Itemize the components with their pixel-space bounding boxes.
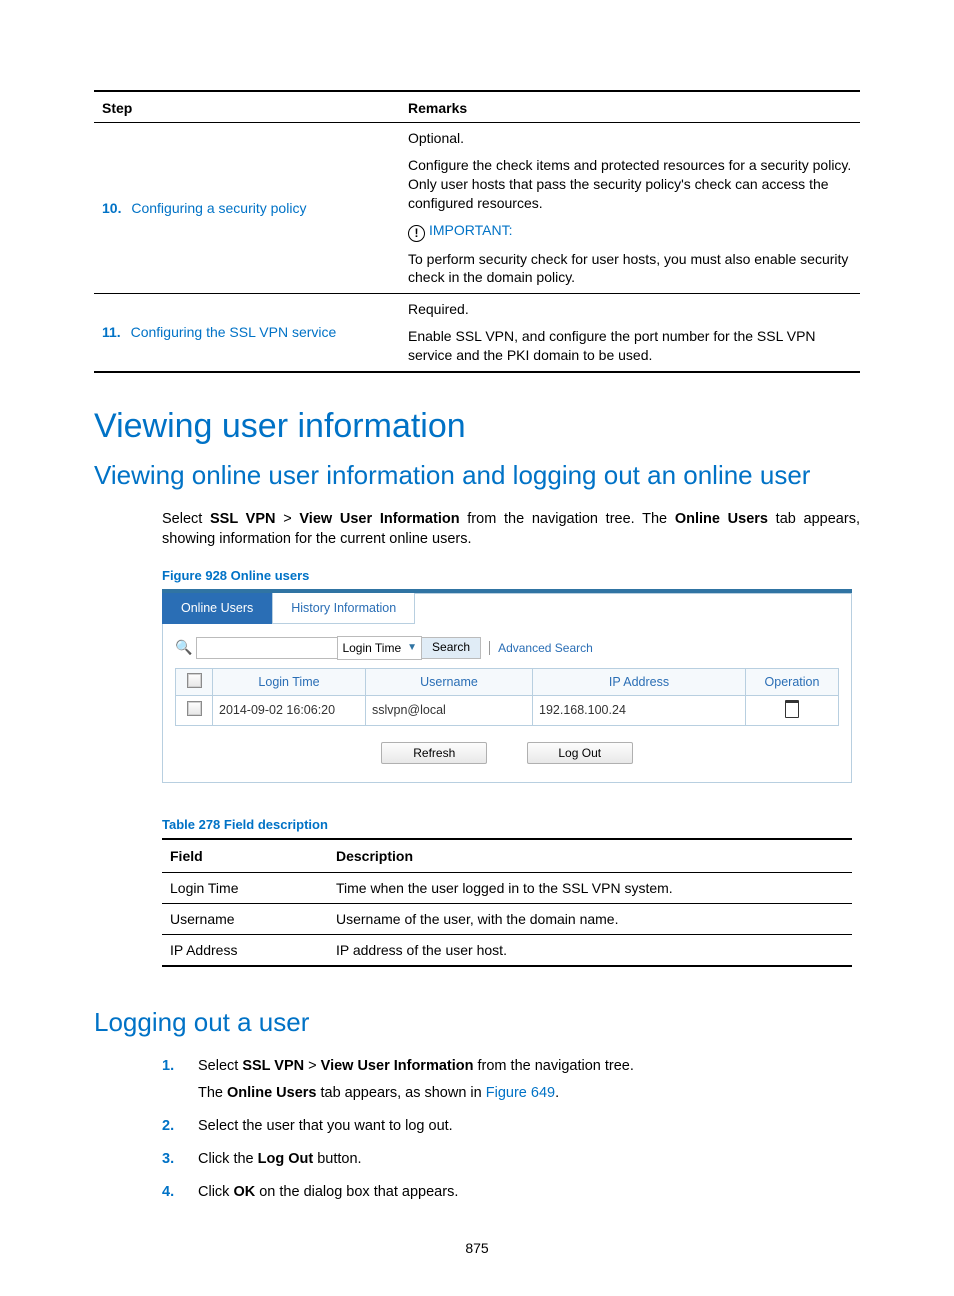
cell-ip: 192.168.100.24 [539, 703, 626, 717]
online-users-grid: Login Time Username IP Address Operation… [175, 668, 839, 726]
field-name: Username [162, 903, 328, 934]
tab-history-information[interactable]: History Information [272, 593, 415, 624]
cell-login-time: 2014-09-02 16:06:20 [219, 703, 335, 717]
table-row: 10. Configuring a security policy Option… [94, 123, 860, 294]
table-row: 11. Configuring the SSL VPN service Requ… [94, 294, 860, 372]
step-number: 10. [102, 200, 121, 216]
page-number: 875 [0, 1240, 954, 1256]
field-name: Login Time [162, 872, 328, 903]
online-users-panel: Online Users History Information 🔍 Login… [162, 589, 852, 783]
steps-header-remarks: Remarks [400, 91, 860, 123]
search-icon: 🔍 [175, 639, 192, 656]
steps-table: Step Remarks 10. Configuring a security … [94, 90, 860, 373]
important-icon: ! [408, 225, 425, 242]
col-operation: Operation [746, 668, 839, 695]
row-checkbox[interactable] [187, 701, 202, 716]
select-all-checkbox[interactable] [187, 673, 202, 688]
field-name: IP Address [162, 934, 328, 966]
intro-paragraph: Select SSL VPN > View User Information f… [162, 509, 860, 550]
remark-description: Configure the check items and protected … [408, 156, 852, 213]
list-item: Select SSL VPN > View User Information f… [198, 1056, 860, 1104]
figure-link[interactable]: Figure 649 [486, 1085, 555, 1101]
search-field-label: Login Time [342, 641, 401, 655]
step-link-security-policy[interactable]: Configuring a security policy [131, 200, 306, 216]
search-button[interactable]: Search [421, 637, 481, 659]
important-text: To perform security check for user hosts… [408, 250, 852, 288]
table-row: Username Username of the user, with the … [162, 903, 852, 934]
col-username: Username [366, 668, 533, 695]
field-header-desc: Description [328, 839, 852, 873]
logout-steps-list: Select SSL VPN > View User Information f… [162, 1056, 860, 1203]
list-item: Select the user that you want to log out… [198, 1116, 860, 1137]
table-row: IP Address IP address of the user host. [162, 934, 852, 966]
list-item: Click OK on the dialog box that appears. [198, 1182, 860, 1203]
search-input[interactable] [196, 637, 337, 659]
tab-bar: Online Users History Information [162, 593, 852, 624]
cell-username: sslvpn@local [372, 703, 446, 717]
remark-description: Enable SSL VPN, and configure the port n… [408, 327, 852, 365]
subsection-title-viewing: Viewing online user information and logg… [94, 460, 860, 491]
field-desc: IP address of the user host. [328, 934, 852, 966]
col-login-time: Login Time [213, 668, 366, 695]
remark-optional: Optional. [408, 129, 852, 148]
field-desc: Username of the user, with the domain na… [328, 903, 852, 934]
table-caption: Table 278 Field description [162, 817, 860, 832]
steps-header-step: Step [94, 91, 400, 123]
subsection-title-logout: Logging out a user [94, 1007, 860, 1038]
step-link-sslvpn-service[interactable]: Configuring the SSL VPN service [131, 324, 337, 340]
list-item: Click the Log Out button. [198, 1149, 860, 1170]
field-header-field: Field [162, 839, 328, 873]
remark-required: Required. [408, 300, 852, 319]
important-callout: !IMPORTANT: [408, 221, 852, 242]
field-description-table: Field Description Login Time Time when t… [162, 838, 852, 967]
col-ip-address: IP Address [533, 668, 746, 695]
search-field-dropdown[interactable]: Login Time ▼ [337, 636, 422, 660]
tab-online-users[interactable]: Online Users [162, 593, 272, 624]
figure-caption: Figure 928 Online users [162, 568, 860, 583]
chevron-down-icon: ▼ [407, 642, 417, 653]
trash-icon[interactable] [785, 700, 799, 718]
table-row: Login Time Time when the user logged in … [162, 872, 852, 903]
table-row: 2014-09-02 16:06:20 sslvpn@local 192.168… [176, 695, 839, 725]
refresh-button[interactable]: Refresh [381, 742, 487, 764]
search-row: 🔍 Login Time ▼ Search Advanced Search [175, 636, 839, 660]
page-title: Viewing user information [94, 407, 860, 446]
important-label: IMPORTANT: [429, 222, 513, 238]
step-number: 11. [102, 324, 121, 340]
logout-button[interactable]: Log Out [527, 742, 633, 764]
field-desc: Time when the user logged in to the SSL … [328, 872, 852, 903]
advanced-search-link[interactable]: Advanced Search [489, 641, 593, 655]
